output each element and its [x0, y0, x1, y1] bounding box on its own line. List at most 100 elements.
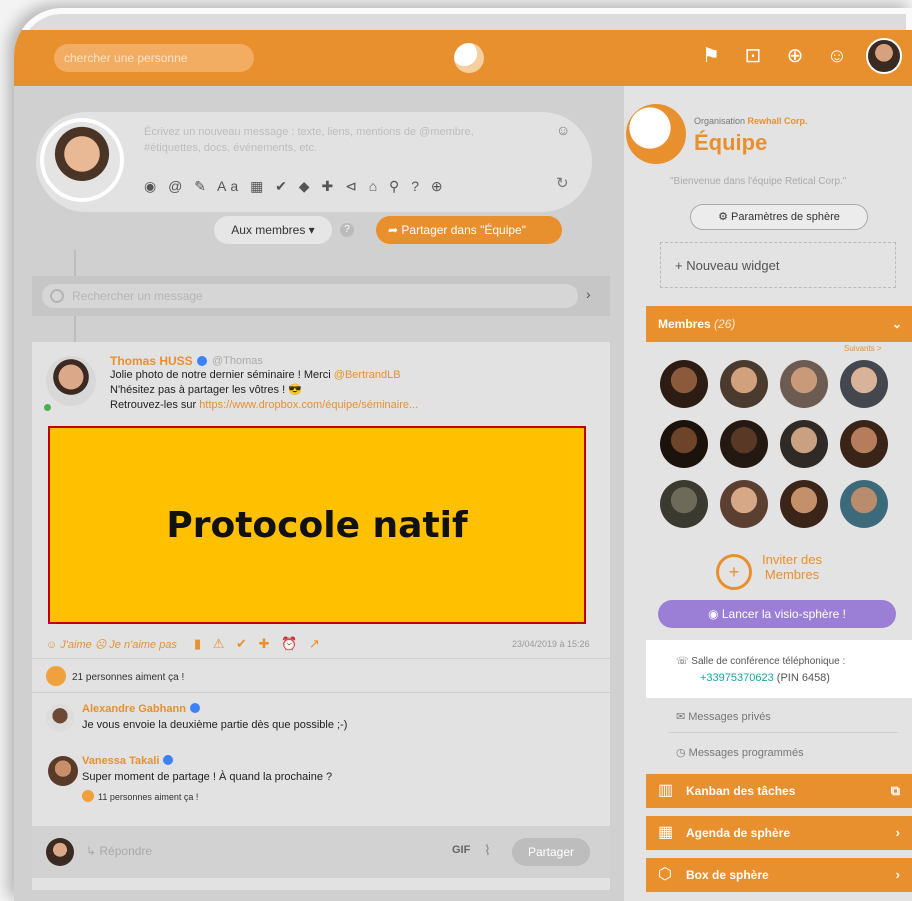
post-line-1: Jolie photo de notre dernier séminaire !… — [110, 369, 334, 381]
help-icon[interactable]: ? — [340, 223, 354, 237]
member-avatar[interactable] — [840, 480, 888, 528]
verified-icon — [163, 755, 174, 765]
sphere-title: Équipe — [694, 130, 768, 155]
composer-avatar — [40, 118, 124, 202]
mention-link[interactable]: @BertrandLB — [334, 369, 401, 381]
like-buttons[interactable]: ☺ J'aime ☹ Je n'aime pas — [46, 638, 177, 651]
post-action-icons[interactable]: ▮ ⚠ ✔ ✚ ⏰ ↗ — [194, 636, 324, 652]
people-search-input[interactable]: chercher une personne — [54, 44, 254, 72]
divider — [32, 692, 610, 693]
post-line-3: Retrouvez-les sur — [110, 399, 200, 411]
kanban-icon: ▥ — [658, 782, 674, 799]
box-widget-header[interactable]: ⬡ Box de sphère › — [646, 858, 912, 892]
overlay-banner: Protocole natif — [48, 426, 586, 624]
member-avatar[interactable] — [660, 420, 708, 468]
member-avatar[interactable] — [660, 480, 708, 528]
conference-number[interactable]: +33975370623 (PIN 6458) — [700, 672, 830, 684]
comment-avatar[interactable] — [48, 756, 78, 786]
new-topic-icon[interactable]: ⊡ — [740, 43, 766, 69]
gif-button[interactable]: GIF — [452, 844, 470, 856]
calendar-icon: ▦ — [658, 824, 674, 841]
online-indicator — [44, 404, 51, 411]
invite-line-2: Membres — [764, 567, 820, 582]
conference-pin: (PIN 6458) — [773, 672, 830, 684]
kanban-label: Kanban des tâches — [686, 784, 796, 798]
box-icon: ⬡ — [658, 866, 672, 883]
organisation-label: Organisation Rewhall Corp. — [694, 116, 808, 126]
next-members-link[interactable]: Suivants > — [844, 344, 882, 353]
composer-placeholder-line2: #étiquettes, docs, événements, etc. — [144, 142, 318, 154]
emoji-icon[interactable]: ☺ — [556, 122, 570, 138]
member-avatar[interactable] — [720, 420, 768, 468]
comment-text: Super moment de partage ! À quand la pro… — [82, 771, 333, 783]
reply-input[interactable]: ↳ Répondre — [86, 844, 152, 858]
invite-members-link[interactable]: Inviter des Membres — [762, 552, 822, 582]
reply-share-button[interactable]: Partager — [512, 838, 590, 866]
verified-icon — [189, 703, 200, 713]
new-contact-icon[interactable]: ☺ — [824, 43, 850, 69]
agenda-widget-header[interactable]: ▦ Agenda de sphère › — [646, 816, 912, 850]
app-viewport: chercher une personne ⚑ ⊡ ⊕ ☺ Écrivez un… — [14, 8, 912, 901]
member-avatar[interactable] — [720, 480, 768, 528]
composer-placeholder-line1: Écrivez un nouveau message : texte, lien… — [144, 126, 474, 138]
post-line-2: N'hésitez pas à partager les vôtres ! 😎 — [110, 384, 302, 396]
conference-box — [646, 640, 912, 698]
members-header[interactable]: Membres (26) ⌄ — [646, 306, 912, 342]
likes-icon — [46, 666, 66, 686]
box-label: Box de sphère — [686, 868, 769, 882]
comment-author[interactable]: Alexandre Gabhann — [82, 703, 200, 715]
dropbox-link[interactable]: https://www.dropbox.com/équipe/séminaire… — [199, 399, 418, 411]
post-date: 23/04/2019 à 15:26 — [512, 639, 590, 649]
member-avatar[interactable] — [660, 360, 708, 408]
organisation-prefix: Organisation — [694, 116, 746, 126]
sphere-settings-button[interactable]: ⚙ Paramètres de sphère — [690, 204, 868, 230]
conference-label: ☏ Salle de conférence téléphonique : — [676, 656, 846, 667]
user-avatar[interactable] — [866, 38, 902, 74]
member-avatar[interactable] — [780, 420, 828, 468]
composer-placeholder[interactable]: Écrivez un nouveau message : texte, lien… — [144, 124, 524, 156]
likes-icon — [82, 790, 94, 802]
search-icon — [50, 289, 64, 303]
agenda-label: Agenda de sphère — [686, 826, 791, 840]
private-messages-link[interactable]: ✉ Messages privés — [676, 710, 771, 723]
post-author-name[interactable]: Thomas HUSS — [110, 354, 207, 368]
message-search-input[interactable]: Rechercher un message — [42, 284, 578, 308]
sphere-logo — [626, 104, 686, 164]
refresh-icon[interactable]: ↻ — [556, 174, 569, 192]
top-actions: ⚑ ⊡ ⊕ ☺ — [698, 38, 902, 74]
audience-dropdown[interactable]: Aux membres ▾ — [214, 216, 332, 244]
post-author-avatar[interactable] — [46, 356, 96, 406]
new-widget-button[interactable]: + Nouveau widget — [660, 242, 896, 288]
organisation-name[interactable]: Rewhall Corp. — [748, 116, 808, 126]
flag-icon[interactable]: ⚑ — [698, 43, 724, 69]
app-logo[interactable] — [454, 43, 484, 73]
scheduled-messages-link[interactable]: ◷ Messages programmés — [676, 746, 804, 759]
member-avatar[interactable] — [840, 360, 888, 408]
divider — [668, 732, 898, 733]
member-avatar[interactable] — [780, 480, 828, 528]
comment-author[interactable]: Vanessa Takali — [82, 755, 174, 767]
member-avatar[interactable] — [840, 420, 888, 468]
chevron-right-icon[interactable]: › — [586, 286, 591, 302]
composer-toolbar[interactable]: ◉ @ ✎ Aa ▦ ✔ ◆ ✚ ⊲ ⌂ ⚲ ? ⊕ — [144, 178, 447, 195]
comment-avatar[interactable] — [46, 704, 74, 732]
comment-text: Je vous envoie la deuxième partie dès qu… — [82, 719, 348, 731]
timeline-line — [74, 316, 76, 342]
sphere-welcome: "Bienvenue dans l'équipe Retical Corp." — [670, 176, 847, 187]
new-sphere-icon[interactable]: ⊕ — [782, 43, 808, 69]
post-author-handle: @Thomas — [212, 355, 263, 367]
reply-avatar — [46, 838, 74, 866]
member-avatar[interactable] — [720, 360, 768, 408]
paperclip-icon[interactable]: ⌇ — [484, 842, 491, 859]
likes-count[interactable]: 21 personnes aiment ça ! — [72, 672, 184, 683]
share-button[interactable]: ➦ Partager dans "Équipe" — [376, 216, 562, 244]
verified-icon — [196, 356, 207, 366]
member-avatar[interactable] — [780, 360, 828, 408]
likes-count[interactable]: 11 personnes aiment ça ! — [98, 792, 198, 802]
invite-member-icon[interactable]: + — [716, 554, 752, 590]
kanban-widget-header[interactable]: ▥ Kanban des tâches ⧉ — [646, 774, 912, 808]
external-link-icon: ⧉ — [890, 783, 900, 798]
timeline-line — [74, 250, 76, 278]
launch-visio-button[interactable]: ◉ Lancer la visio-sphère ! — [658, 600, 896, 628]
post-body: Jolie photo de notre dernier séminaire !… — [110, 368, 530, 413]
